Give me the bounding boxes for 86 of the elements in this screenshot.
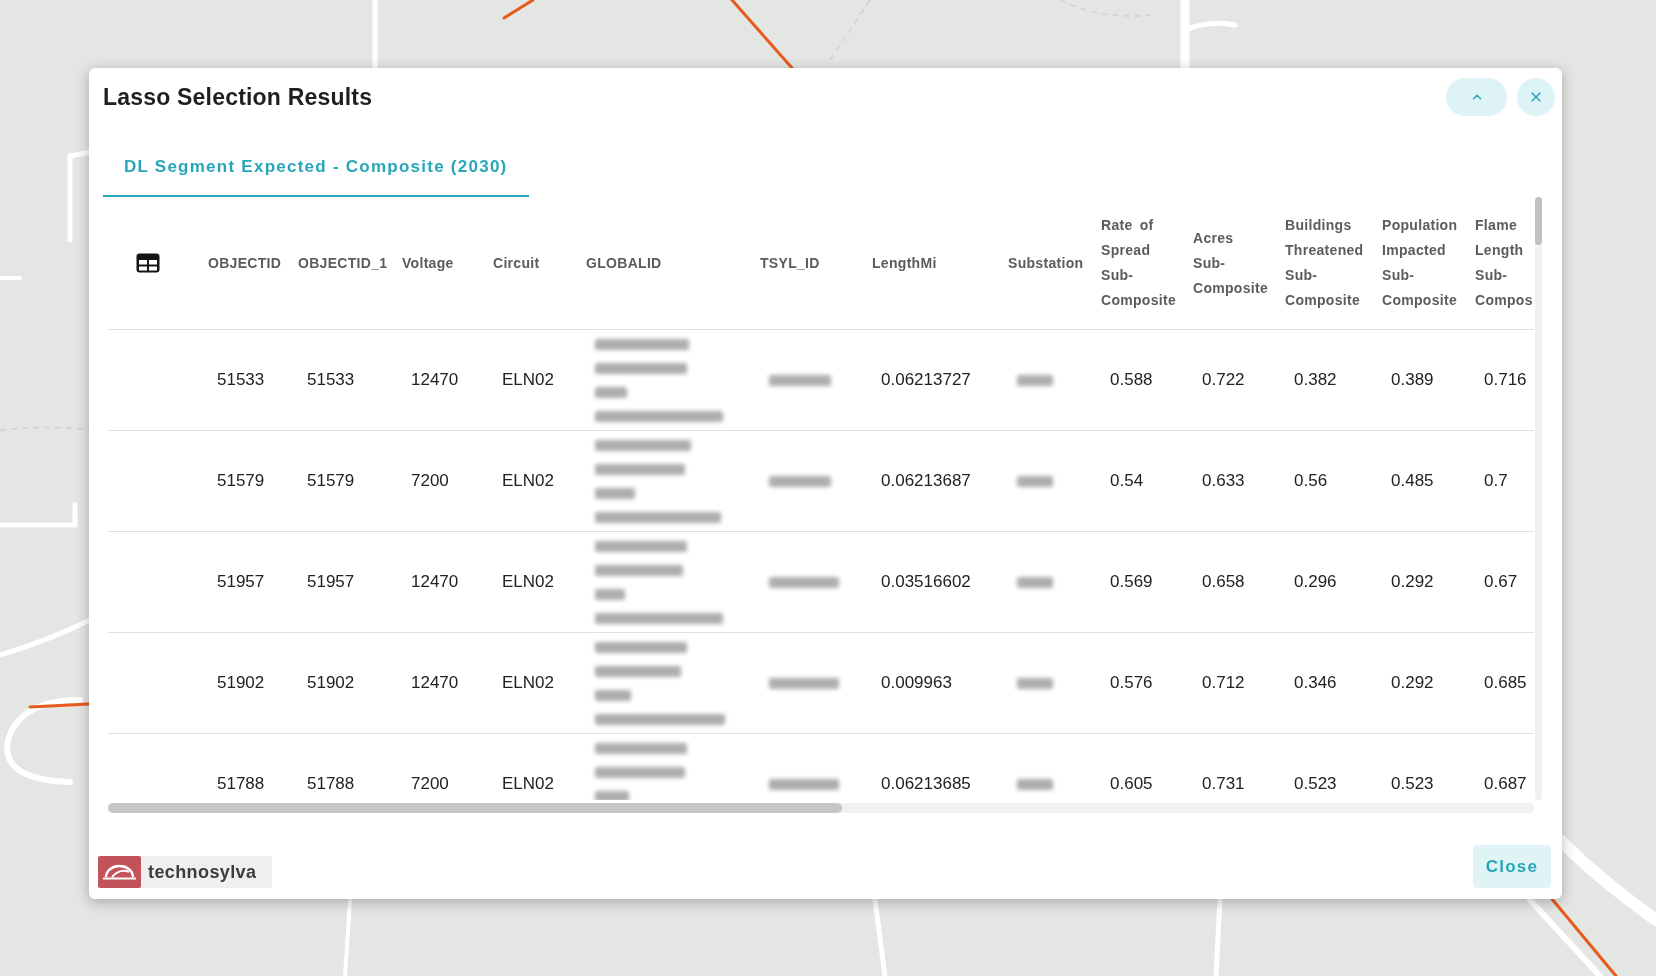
cell-text: 0.296 <box>1294 572 1337 592</box>
column-header: GLOBALID <box>586 253 663 273</box>
cell-text: 0.658 <box>1202 572 1245 592</box>
cell-text: 0.523 <box>1294 774 1337 794</box>
column-header: Flame Length Sub-Compos <box>1475 216 1533 310</box>
cell-text: 0.67 <box>1484 572 1518 592</box>
blurred-text <box>1017 576 1053 588</box>
column-header: OBJECTID <box>208 253 283 273</box>
cell-text: 7200 <box>411 774 449 794</box>
blurred-text <box>1017 778 1053 790</box>
cell-text: 51533 <box>307 370 355 390</box>
cell-text: 0.56 <box>1294 471 1328 491</box>
cell-text: 7200 <box>411 471 449 491</box>
column-header: Circuit <box>493 253 541 273</box>
cell-text: 0.712 <box>1202 673 1245 693</box>
cell-text: 0.03516602 <box>881 572 971 592</box>
cell-text: 0.06213685 <box>881 774 971 794</box>
scrollbar-thumb[interactable] <box>1535 197 1542 245</box>
cell-text: 0.009963 <box>881 673 952 693</box>
cell-text: 0.485 <box>1391 471 1434 491</box>
column-header: LengthMi <box>872 253 938 273</box>
column-header: Voltage <box>402 253 455 273</box>
table-icon[interactable] <box>136 253 160 273</box>
horizontal-scrollbar[interactable] <box>108 803 1534 813</box>
blurred-text <box>769 475 831 487</box>
cell-text: 0.389 <box>1391 370 1434 390</box>
blurred-text <box>1017 475 1053 487</box>
cell-text: 0.716 <box>1484 370 1527 390</box>
blurred-text <box>1017 374 1053 386</box>
cell-text: ELN02 <box>502 471 554 491</box>
cell-text: ELN02 <box>502 572 554 592</box>
cell-text: 51788 <box>217 774 265 794</box>
blurred-text <box>1017 677 1053 689</box>
cell-text: 12470 <box>411 572 459 592</box>
cell-text: 51957 <box>307 572 355 592</box>
cell-text: 0.576 <box>1110 673 1153 693</box>
close-button[interactable] <box>1517 78 1555 116</box>
tab[interactable]: DL Segment Expected - Composite (2030) <box>103 138 529 197</box>
dialog-title: Lasso Selection Results <box>103 83 374 111</box>
cell-text: 51902 <box>217 673 265 693</box>
collapse-button[interactable] <box>1446 78 1507 116</box>
cell-text: 0.722 <box>1202 370 1245 390</box>
close-button[interactable]: Close <box>1473 845 1551 888</box>
cell-text: 0.06213727 <box>881 370 971 390</box>
cell-text: 0.523 <box>1391 774 1434 794</box>
cell-text: 51533 <box>217 370 265 390</box>
cell-text: ELN02 <box>502 774 554 794</box>
cell-text: 0.569 <box>1110 572 1153 592</box>
cell-text: 12470 <box>411 370 459 390</box>
logo-text: technosylva <box>148 861 257 883</box>
column-header: OBJECTID_1 <box>298 253 389 273</box>
column-header: Substation <box>1008 253 1085 273</box>
cell-text: 0.382 <box>1294 370 1337 390</box>
cell-text: 0.292 <box>1391 572 1434 592</box>
cell-text: 51957 <box>217 572 265 592</box>
blurred-text <box>769 374 831 386</box>
cell-text: 51902 <box>307 673 355 693</box>
cell-text: ELN02 <box>502 370 554 390</box>
logo-icon <box>98 856 141 888</box>
cell-text: 0.54 <box>1110 471 1144 491</box>
cell-text: 0.7 <box>1484 471 1508 491</box>
blurred-text <box>769 576 839 588</box>
blurred-text <box>769 778 839 790</box>
cell-text: 0.633 <box>1202 471 1245 491</box>
column-header: Population Impacted Sub-Composite <box>1382 216 1459 310</box>
cell-text: 0.731 <box>1202 774 1245 794</box>
cell-text: 0.605 <box>1110 774 1153 794</box>
column-header: Rate of Spread Sub-Composite <box>1101 216 1178 310</box>
cell-text: 0.292 <box>1391 673 1434 693</box>
vertical-scrollbar[interactable] <box>1535 197 1542 800</box>
cell-text: ELN02 <box>502 673 554 693</box>
cell-text: 0.687 <box>1484 774 1527 794</box>
column-header: TSYL_ID <box>760 253 821 273</box>
cell-text: 51788 <box>307 774 355 794</box>
column-header: Acres Sub-Composite <box>1193 228 1270 298</box>
cell-text: 0.588 <box>1110 370 1153 390</box>
cell-text: 0.346 <box>1294 673 1337 693</box>
cell-text: 51579 <box>217 471 265 491</box>
blurred-text <box>769 677 839 689</box>
close-icon <box>1528 89 1544 105</box>
cell-text: 0.685 <box>1484 673 1527 693</box>
cell-text: 0.06213687 <box>881 471 971 491</box>
cell-text: 12470 <box>411 673 459 693</box>
scrollbar-thumb[interactable] <box>108 803 842 813</box>
column-header: Buildings Threatened Sub-Composite <box>1285 216 1365 310</box>
cell-text: 51579 <box>307 471 355 491</box>
